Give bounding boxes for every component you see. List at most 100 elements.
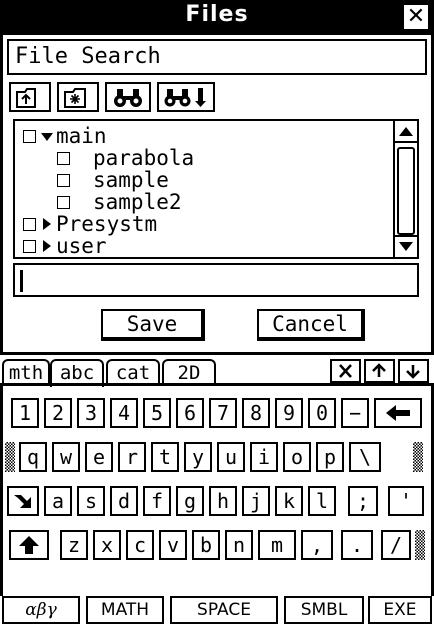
cancel-button[interactable]: Cancel xyxy=(257,309,365,341)
tree-item-sample[interactable]: sample xyxy=(15,169,395,191)
key-u[interactable]: u xyxy=(217,442,245,472)
keyboard-tabs: mth abc cat 2D xyxy=(0,357,434,387)
key-semicolon[interactable]: ; xyxy=(348,486,378,516)
parent-folder-button[interactable] xyxy=(9,82,51,112)
caps-key[interactable] xyxy=(9,530,49,560)
key-t[interactable]: t xyxy=(151,442,179,472)
checkbox[interactable] xyxy=(57,174,70,187)
key-7[interactable]: 7 xyxy=(209,398,237,428)
key-i[interactable]: i xyxy=(250,442,278,472)
key-9[interactable]: 9 xyxy=(275,398,303,428)
key-b[interactable]: b xyxy=(192,530,220,560)
text-caret xyxy=(20,270,23,292)
tree-item-main[interactable]: main xyxy=(15,125,395,147)
key-5[interactable]: 5 xyxy=(143,398,171,428)
binoculars-icon xyxy=(114,89,142,107)
tab-mth[interactable]: mth xyxy=(2,359,50,385)
key-q[interactable]: q xyxy=(19,442,47,472)
key-k[interactable]: k xyxy=(275,486,303,516)
folder-up-icon xyxy=(16,88,36,108)
key-c[interactable]: c xyxy=(126,530,154,560)
key-0[interactable]: 0 xyxy=(308,398,336,428)
key-minus[interactable]: − xyxy=(341,398,369,428)
key-w[interactable]: w xyxy=(52,442,80,472)
file-tree: main parabola sample sample2 Presystm us… xyxy=(13,119,419,259)
key-2[interactable]: 2 xyxy=(44,398,72,428)
key-period[interactable]: . xyxy=(341,530,373,560)
key-n[interactable]: n xyxy=(225,530,253,560)
mode-math-button[interactable]: MATH xyxy=(86,596,164,624)
key-y[interactable]: y xyxy=(184,442,212,472)
checkbox[interactable] xyxy=(23,218,36,231)
scroll-down-button[interactable] xyxy=(395,235,417,257)
keyboard-close-button[interactable] xyxy=(330,359,361,383)
tree-item-label: sample2 xyxy=(93,190,182,214)
close-button[interactable]: ✕ xyxy=(404,5,428,29)
key-8[interactable]: 8 xyxy=(242,398,270,428)
key-s[interactable]: s xyxy=(77,486,105,516)
expand-down-icon[interactable] xyxy=(41,133,53,141)
key-l[interactable]: l xyxy=(308,486,336,516)
key-3[interactable]: 3 xyxy=(77,398,105,428)
key-m[interactable]: m xyxy=(258,530,296,560)
tree-scrollbar[interactable] xyxy=(393,121,417,257)
tree-item-label: Presystm xyxy=(56,212,158,236)
mode-symbol-button[interactable]: SMBL xyxy=(284,596,364,624)
key-r[interactable]: r xyxy=(118,442,146,472)
key-apostrophe[interactable]: ' xyxy=(388,486,424,516)
shade-bar xyxy=(415,530,425,560)
checkbox[interactable] xyxy=(23,130,36,143)
close-icon: ✕ xyxy=(406,4,426,29)
scroll-thumb[interactable] xyxy=(397,147,415,235)
key-g[interactable]: g xyxy=(176,486,204,516)
checkbox[interactable] xyxy=(57,196,70,209)
backspace-key[interactable] xyxy=(374,398,422,428)
tree-item-sample2[interactable]: sample2 xyxy=(15,191,395,213)
expand-right-icon[interactable] xyxy=(43,218,51,230)
tree-item-user[interactable]: user xyxy=(15,235,395,257)
key-p[interactable]: p xyxy=(316,442,344,472)
expand-right-icon[interactable] xyxy=(43,240,51,252)
title-bar: Files ✕ xyxy=(0,0,434,35)
key-d[interactable]: d xyxy=(110,486,138,516)
checkbox[interactable] xyxy=(57,152,70,165)
key-comma[interactable]: , xyxy=(301,530,333,560)
key-6[interactable]: 6 xyxy=(176,398,204,428)
tab-2d[interactable]: 2D xyxy=(162,359,216,385)
key-z[interactable]: z xyxy=(60,530,88,560)
checkbox[interactable] xyxy=(23,240,36,253)
lock-key-icon xyxy=(14,495,31,508)
new-folder-button[interactable] xyxy=(57,82,99,112)
search-button[interactable] xyxy=(105,82,151,112)
key-x[interactable]: x xyxy=(93,530,121,560)
dialog-toolbar xyxy=(7,79,247,115)
key-a[interactable]: a xyxy=(44,486,72,516)
shift-key[interactable] xyxy=(7,486,39,516)
key-slash[interactable]: / xyxy=(381,530,411,560)
key-v[interactable]: v xyxy=(159,530,187,560)
shade-bar xyxy=(413,442,423,472)
key-h[interactable]: h xyxy=(209,486,237,516)
key-f[interactable]: f xyxy=(143,486,171,516)
file-dialog: File Search main parabola sample sample2… xyxy=(0,35,434,355)
key-e[interactable]: e xyxy=(85,442,113,472)
mode-greek-button[interactable]: αβγ xyxy=(2,596,80,624)
key-j[interactable]: j xyxy=(242,486,270,516)
save-button[interactable]: Save xyxy=(101,309,205,341)
space-button[interactable]: SPACE xyxy=(170,596,278,624)
tree-item-label: parabola xyxy=(93,146,195,170)
key-backslash[interactable]: \ xyxy=(349,442,381,472)
filename-input[interactable] xyxy=(13,263,419,297)
search-next-button[interactable] xyxy=(157,82,215,112)
key-4[interactable]: 4 xyxy=(110,398,138,428)
tree-item-presystm[interactable]: Presystm xyxy=(15,213,395,235)
exe-button[interactable]: EXE xyxy=(368,596,432,624)
keyboard-mode-bar: αβγ MATH SPACE SMBL EXE xyxy=(0,596,434,624)
keyboard-up-button[interactable] xyxy=(364,359,395,383)
tab-cat[interactable]: cat xyxy=(106,359,160,385)
keyboard-return-button[interactable] xyxy=(398,359,429,383)
tree-item-parabola[interactable]: parabola xyxy=(15,147,395,169)
scroll-up-button[interactable] xyxy=(395,121,417,143)
key-o[interactable]: o xyxy=(283,442,311,472)
key-1[interactable]: 1 xyxy=(11,398,39,428)
